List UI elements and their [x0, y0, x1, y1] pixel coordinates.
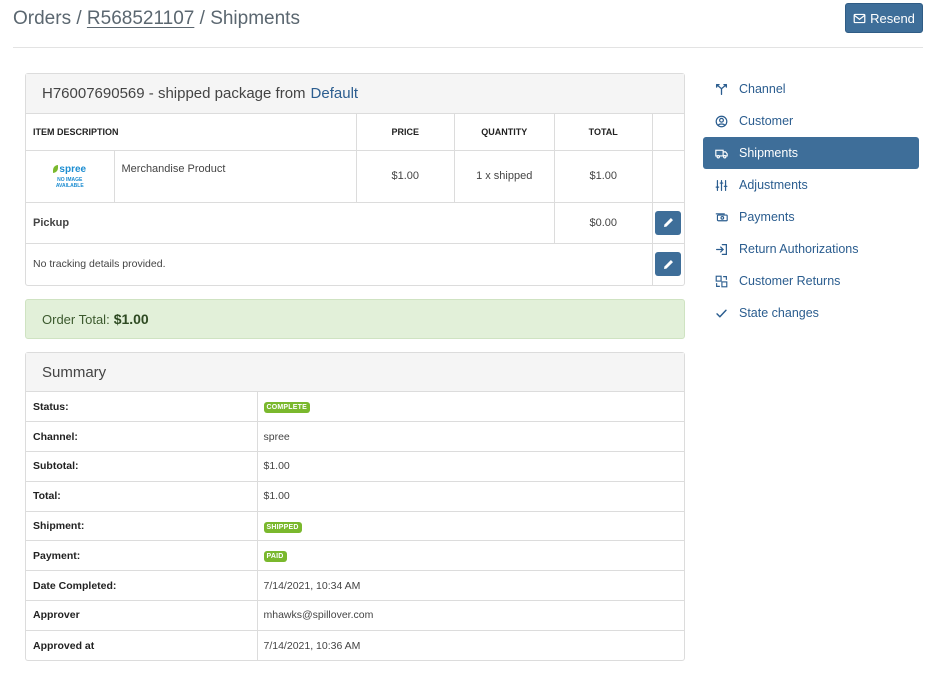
tracking-details: No tracking details provided. — [26, 243, 653, 285]
summary-row-shipment: Shipment: SHIPPED — [26, 511, 684, 542]
sidebar-item-customer[interactable]: Customer — [703, 105, 919, 137]
user-circle-icon — [715, 115, 728, 127]
product-name: Merchandise Product — [114, 150, 357, 203]
sidebar-item-adjustments[interactable]: Adjustments — [703, 169, 919, 201]
summary-row-total: Total: $1.00 — [26, 481, 684, 512]
tracking-row: No tracking details provided. — [26, 243, 684, 285]
shipment-description: - shipped package from — [148, 85, 306, 102]
shipment-number: H76007690569 — [42, 85, 145, 102]
edit-tracking-button[interactable] — [655, 252, 682, 277]
product-image-cell: spree NO IMAGE AVAILABLE — [26, 150, 115, 203]
leaf-icon — [53, 165, 59, 173]
breadcrumb-current: Shipments — [210, 8, 300, 29]
shipping-method-actions — [652, 202, 684, 244]
shipping-method-cost: $0.00 — [554, 202, 653, 244]
summary-row-subtotal: Subtotal: $1.00 — [26, 451, 684, 482]
summary-heading: Summary — [26, 353, 684, 392]
cash-icon — [715, 212, 728, 221]
login-arrow-icon — [716, 243, 727, 255]
no-image-text: NO IMAGE AVAILABLE — [55, 176, 84, 189]
sidebar-item-state-changes[interactable]: State changes — [703, 297, 919, 329]
sidebar-item-customer-returns[interactable]: Customer Returns — [703, 265, 919, 297]
item-total: $1.00 — [554, 150, 653, 203]
summary-row-channel: Channel: spree — [26, 421, 684, 453]
truck-icon — [715, 149, 728, 158]
product-image-placeholder: spree NO IMAGE AVAILABLE — [41, 156, 99, 196]
resend-button[interactable]: Resend — [845, 3, 923, 33]
status-badge: COMPLETE — [263, 402, 310, 414]
envelope-icon — [853, 13, 866, 23]
pencil-icon — [663, 259, 673, 269]
table-row: spree NO IMAGE AVAILABLE Merchandise Prod… — [26, 150, 684, 203]
order-total-label: Order Total: — [42, 311, 110, 327]
page-header: Orders / R568521107 / Shipments Resend — [0, 0, 935, 48]
tracking-actions — [652, 243, 684, 285]
check-icon — [716, 309, 727, 317]
sidebar-item-return-authorizations[interactable]: Return Authorizations — [703, 233, 919, 265]
breadcrumb: Orders / R568521107 / Shipments — [13, 8, 300, 30]
shipping-method-name: Pickup — [26, 202, 555, 244]
item-quantity: 1 x shipped — [454, 150, 555, 203]
column-price: Price — [356, 114, 455, 151]
order-sidebar-nav: Channel Customer Shipments Adjustments P… — [703, 73, 919, 329]
shipment-heading: H76007690569 - shipped package from Defau… — [26, 74, 684, 114]
order-total-value: $1.00 — [113, 311, 149, 327]
order-total-box: Order Total: $1.00 — [25, 299, 685, 339]
sidebar-item-payments[interactable]: Payments — [703, 201, 919, 233]
shipment-items-table: Item Description Price Quantity Total sp… — [26, 114, 684, 285]
summary-row-status: Status: COMPLETE — [26, 392, 684, 423]
summary-panel: Summary Status: COMPLETE Channel: spree Su… — [25, 352, 685, 661]
table-header-row: Item Description Price Quantity Total — [26, 114, 684, 151]
sidebar-item-shipments[interactable]: Shipments — [703, 137, 919, 169]
shipment-state-badge: SHIPPED — [263, 521, 302, 533]
payment-state-badge: PAID — [263, 551, 287, 563]
sliders-icon — [715, 179, 728, 191]
return-boxes-icon — [715, 275, 728, 287]
resend-label: Resend — [870, 10, 915, 26]
summary-row-payment: Payment: PAID — [26, 540, 684, 572]
breadcrumb-order-link[interactable]: R568521107 — [87, 8, 194, 29]
item-price: $1.00 — [356, 150, 455, 203]
column-actions — [652, 114, 684, 151]
header-divider — [13, 47, 923, 48]
item-actions-cell — [652, 150, 684, 203]
breadcrumb-separator: / — [71, 8, 87, 29]
pencil-icon — [663, 218, 673, 227]
summary-row-approved-at: Approved at 7/14/2021, 10:36 AM — [26, 630, 684, 661]
sidebar-item-channel[interactable]: Channel — [703, 73, 919, 105]
edit-shipping-method-button[interactable] — [655, 210, 682, 235]
summary-table: Status: COMPLETE Channel: spree Subtotal: $… — [26, 392, 684, 661]
channel-icon — [715, 83, 728, 95]
breadcrumb-orders-link[interactable]: Orders — [13, 8, 71, 29]
breadcrumb-separator: / — [194, 8, 211, 29]
column-item-description: Item Description — [26, 114, 357, 151]
shipment-panel: H76007690569 - shipped package from Defau… — [25, 73, 685, 286]
column-total: Total — [554, 114, 653, 151]
stock-location: Default — [310, 85, 359, 102]
spree-logo: spree — [53, 164, 86, 175]
summary-row-approver: Approver mhawks@spillover.com — [26, 600, 684, 631]
column-quantity: Quantity — [454, 114, 555, 151]
shipping-method-row: Pickup $0.00 — [26, 202, 684, 244]
summary-row-date-completed: Date Completed: 7/14/2021, 10:34 AM — [26, 570, 684, 602]
